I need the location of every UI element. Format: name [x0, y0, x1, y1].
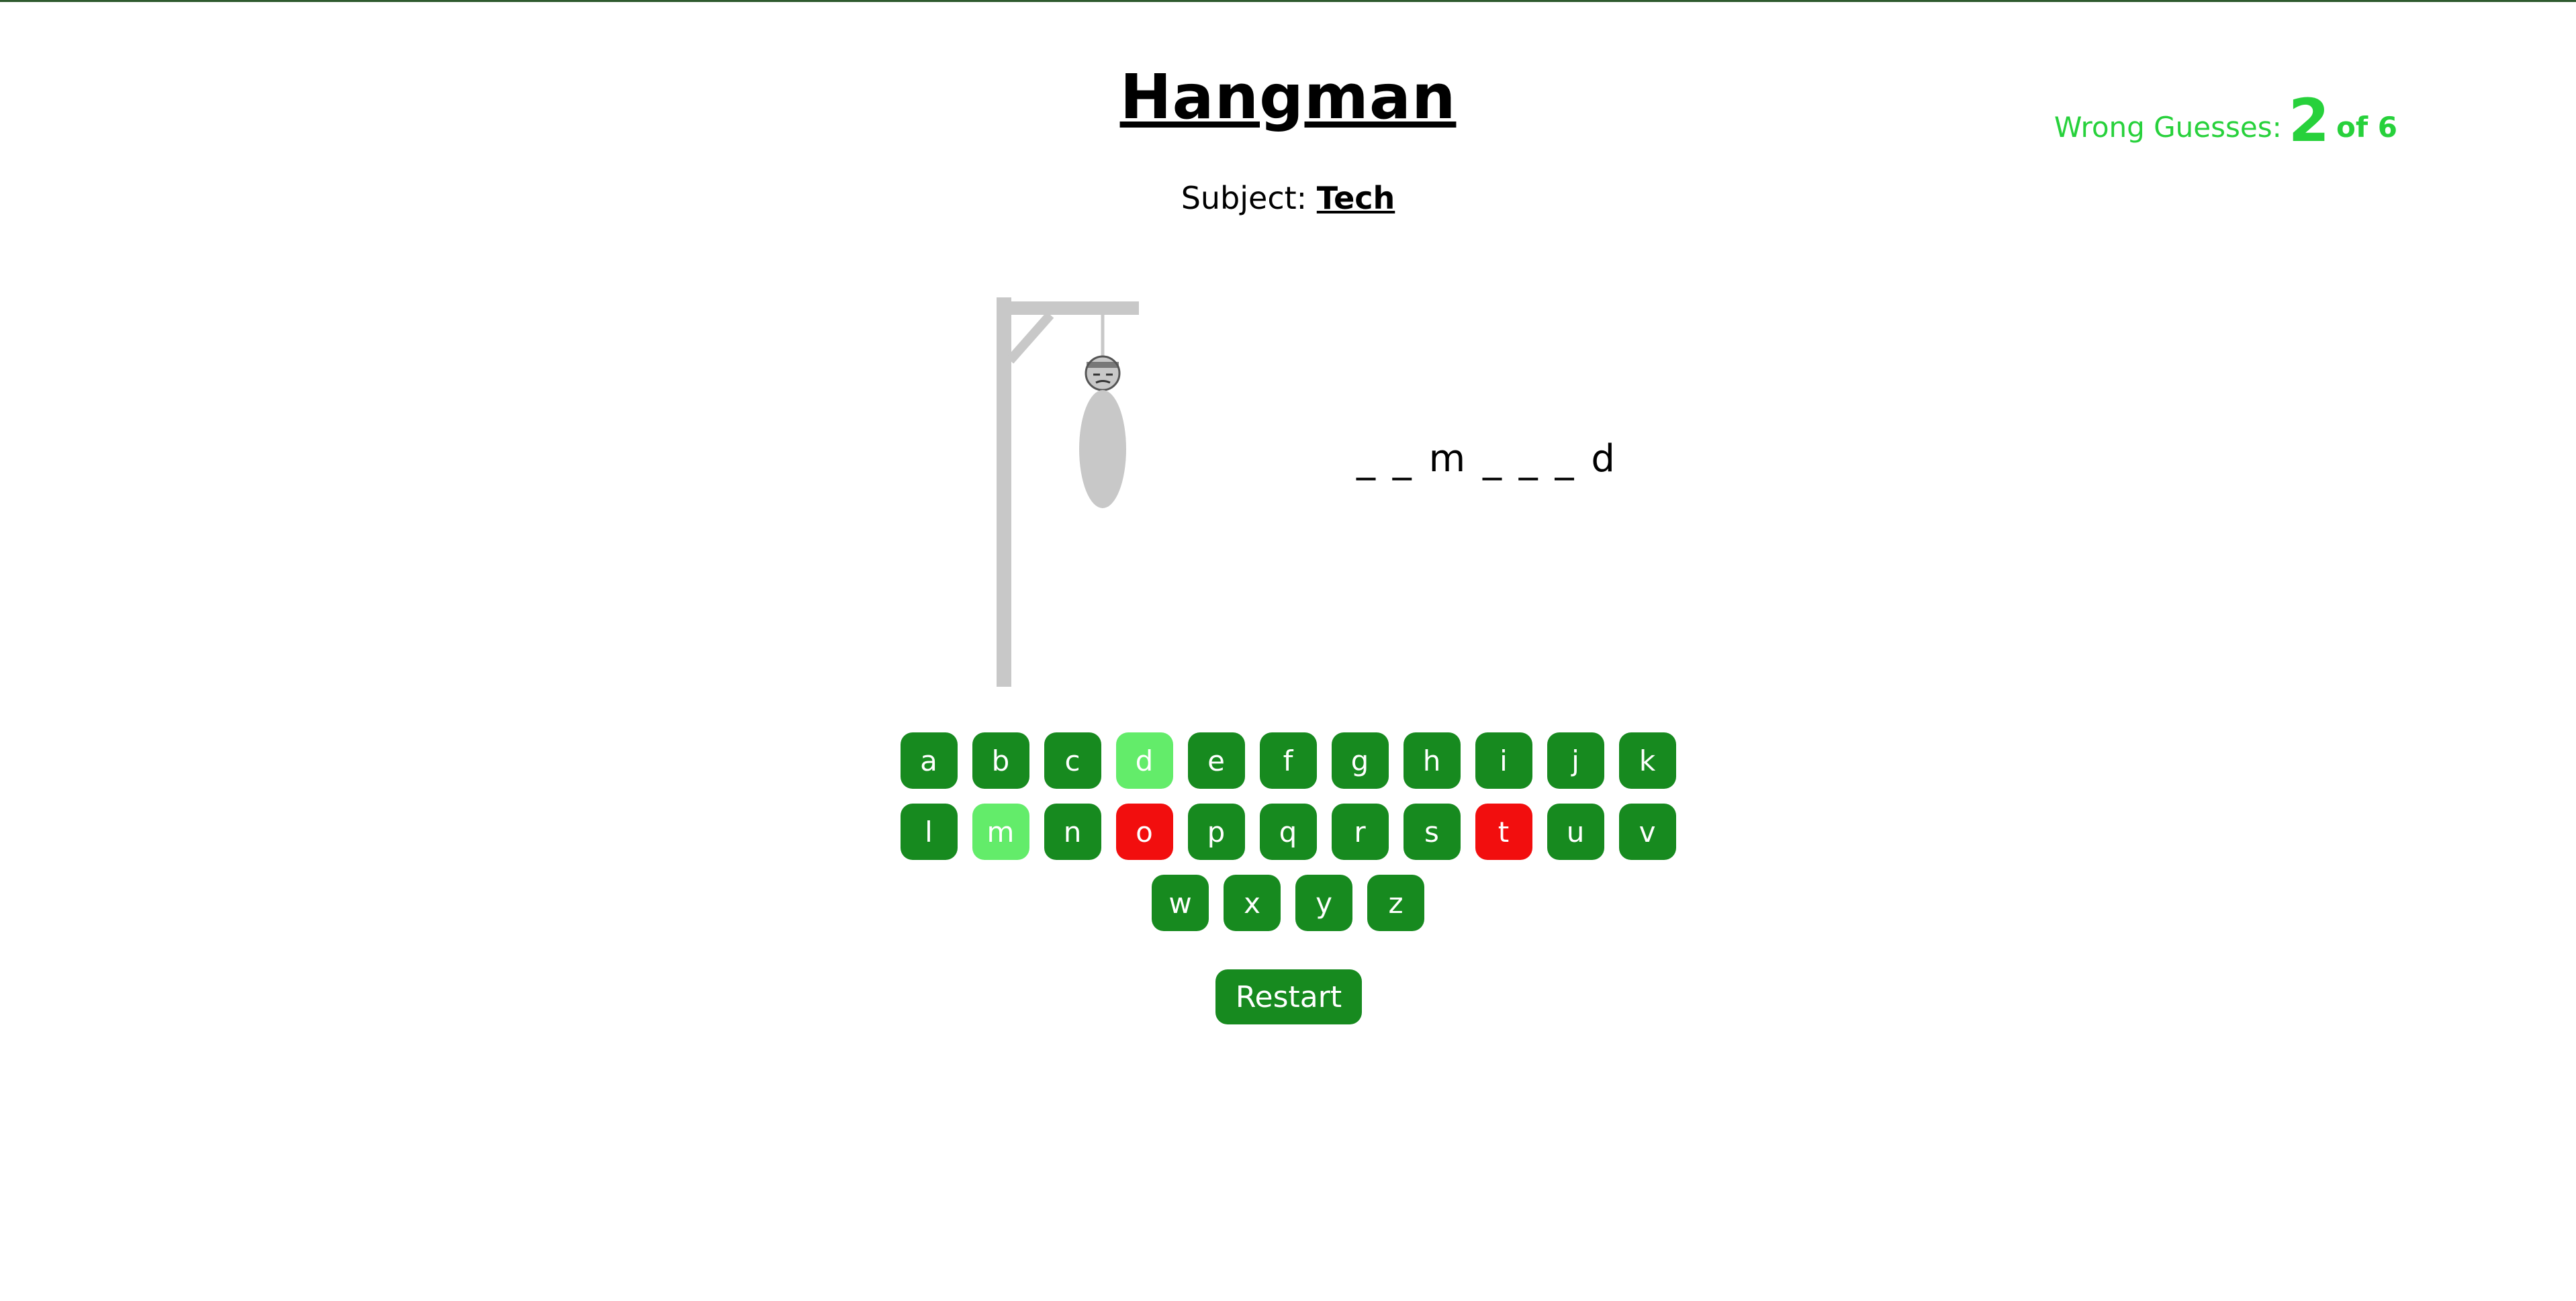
wrong-guesses-total: of 6 — [2336, 111, 2397, 144]
letter-key-o[interactable]: o — [1115, 804, 1173, 860]
letter-key-z[interactable]: z — [1367, 875, 1424, 931]
letter-key-s[interactable]: s — [1403, 804, 1461, 860]
letter-key-y[interactable]: y — [1295, 875, 1352, 931]
letter-key-u[interactable]: u — [1547, 804, 1604, 860]
wrong-guesses-counter: Wrong Guesses: 2 of 6 — [2054, 86, 2397, 155]
letter-key-x[interactable]: x — [1224, 875, 1281, 931]
gallows-drawing — [997, 297, 1139, 687]
letter-key-n[interactable]: n — [1044, 804, 1101, 860]
subject-label: Subject: — [1181, 180, 1307, 216]
keyboard-row-1: abcdefghijk — [0, 732, 2576, 789]
letter-key-i[interactable]: i — [1475, 732, 1532, 789]
hangman-head — [1085, 355, 1121, 391]
letter-key-e[interactable]: e — [1187, 732, 1245, 789]
letter-key-l[interactable]: l — [900, 804, 958, 860]
letter-key-d[interactable]: d — [1115, 732, 1173, 789]
restart-button[interactable]: Restart — [1215, 969, 1362, 1024]
keyboard-row-2: lmnopqrstuv — [0, 804, 2576, 860]
letter-key-v[interactable]: v — [1618, 804, 1676, 860]
wrong-guesses-label: Wrong Guesses: — [2054, 111, 2282, 144]
letter-key-h[interactable]: h — [1403, 732, 1461, 789]
letter-key-j[interactable]: j — [1547, 732, 1604, 789]
letter-key-w[interactable]: w — [1152, 875, 1209, 931]
gallows-beam — [997, 301, 1139, 315]
keyboard-row-3: wxyz — [0, 875, 2576, 931]
letter-key-f[interactable]: f — [1259, 732, 1317, 789]
letter-key-b[interactable]: b — [972, 732, 1029, 789]
letter-key-g[interactable]: g — [1331, 732, 1389, 789]
letter-key-r[interactable]: r — [1331, 804, 1389, 860]
wrong-guesses-count: 2 — [2288, 86, 2330, 155]
letter-key-p[interactable]: p — [1187, 804, 1245, 860]
letter-key-k[interactable]: k — [1618, 732, 1676, 789]
letter-key-a[interactable]: a — [900, 732, 958, 789]
letter-key-c[interactable]: c — [1044, 732, 1101, 789]
letter-keyboard: abcdefghijk lmnopqrstuv wxyz — [0, 732, 2576, 946]
letter-key-q[interactable]: q — [1259, 804, 1317, 860]
hangman-body — [1079, 390, 1126, 508]
gallows-brace — [1006, 311, 1054, 364]
subject-line: Subject: Tech — [0, 180, 2576, 216]
letter-key-t[interactable]: t — [1475, 804, 1532, 860]
letter-key-m[interactable]: m — [972, 804, 1029, 860]
word-display: _ _ m _ _ _ d — [1356, 437, 1618, 481]
subject-value: Tech — [1316, 180, 1395, 216]
